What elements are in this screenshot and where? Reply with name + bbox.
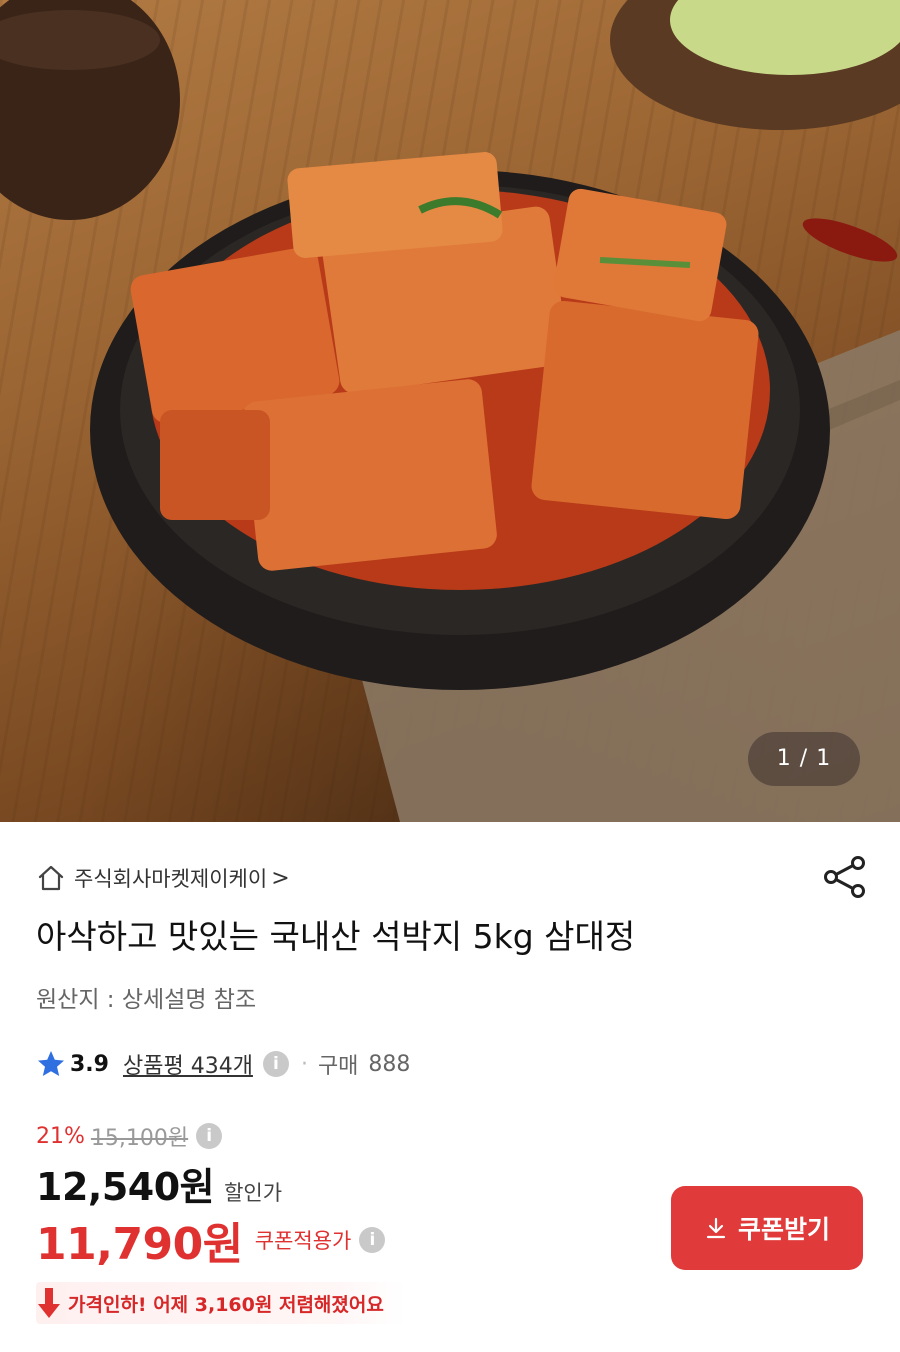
home-icon: [38, 865, 64, 891]
purchase-label: 구매: [317, 1054, 359, 1079]
coupon-price-label: 쿠폰적용가: [254, 1229, 352, 1253]
separator-dot: ·: [300, 1051, 308, 1077]
image-counter: 1 / 1: [748, 732, 860, 786]
seller-link[interactable]: 주식회사마켓제이케이 >: [36, 858, 290, 898]
original-price: 15,100원: [90, 1126, 189, 1151]
get-coupon-label: 쿠폰받기: [737, 1215, 830, 1244]
product-title: 아삭하고 맛있는 국내산 석박지 5kg 삼대정: [36, 917, 636, 956]
purchase-count: 888: [368, 1051, 411, 1077]
price-drop-notice: 가격인하! 어제 3,160원 저렴해졌어요: [36, 1282, 406, 1324]
download-icon: [706, 1217, 726, 1239]
rating-row: 3.9 상품평 434개 i · 구매 888: [36, 1046, 410, 1082]
discount-row: 21% 15,100원 i: [36, 1120, 223, 1152]
info-icon[interactable]: i: [196, 1123, 223, 1149]
discount-rate: 21%: [36, 1123, 85, 1149]
product-image[interactable]: 1 / 1: [0, 0, 900, 822]
coupon-price: 11,790원: [36, 1219, 243, 1270]
share-icon[interactable]: [822, 854, 868, 900]
info-icon[interactable]: i: [359, 1227, 386, 1253]
product-photo: [0, 0, 900, 822]
down-arrow-icon: [38, 1288, 60, 1318]
chevron-right-icon: >: [271, 865, 290, 891]
info-icon[interactable]: i: [262, 1051, 289, 1077]
sale-price-label: 할인가: [224, 1181, 283, 1205]
seller-name: 주식회사마켓제이케이: [74, 867, 268, 891]
get-coupon-button[interactable]: 쿠폰받기: [671, 1186, 863, 1270]
coupon-price-row: 11,790원 쿠폰적용가 i: [36, 1208, 386, 1272]
review-count-link[interactable]: 상품평 434개: [123, 1048, 253, 1080]
sale-price-row: 12,540원 할인가: [36, 1156, 282, 1211]
price-drop-text: 가격인하! 어제 3,160원 저렴해졌어요: [68, 1293, 384, 1316]
rating-score: 3.9: [70, 1051, 109, 1077]
sale-price: 12,540원: [36, 1165, 215, 1209]
star-icon: [38, 1051, 64, 1076]
product-origin: 원산지 : 상세설명 참조: [36, 987, 257, 1013]
